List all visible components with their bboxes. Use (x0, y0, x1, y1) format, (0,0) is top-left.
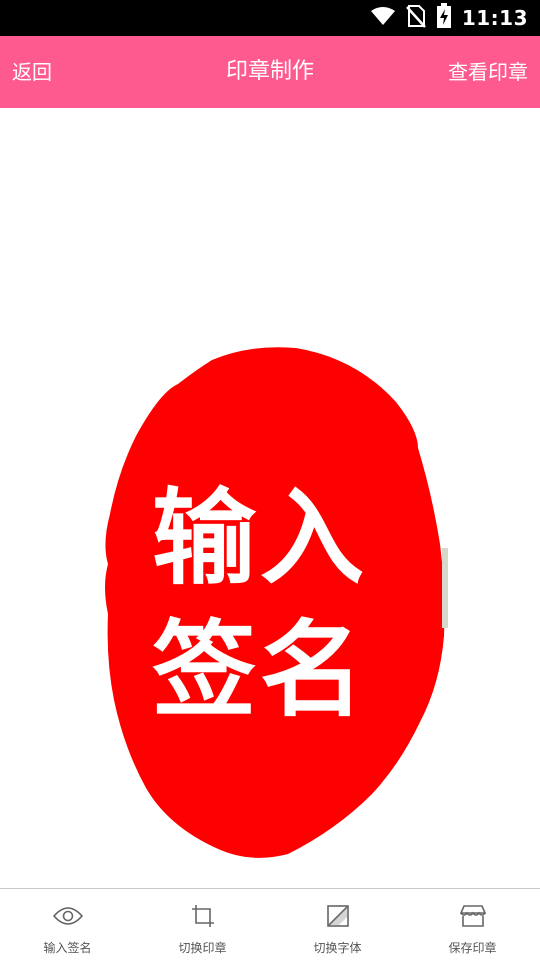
tab-label: 保存印章 (448, 941, 497, 955)
app-bar: 返回 印章制作 查看印章 (0, 36, 540, 108)
eye-icon (52, 903, 83, 929)
status-bar: 11:13 (0, 0, 540, 36)
stamp-canvas: 输入 签名 (0, 108, 540, 888)
tab-label: 切换字体 (313, 941, 362, 955)
status-time: 11:13 (461, 6, 528, 30)
battery-charging-icon (436, 3, 452, 33)
tab-label: 切换印章 (178, 941, 227, 955)
back-button[interactable]: 返回 (12, 36, 52, 108)
tab-input-signature[interactable]: 输入签名 (0, 889, 135, 960)
tab-save-stamp[interactable]: 保存印章 (405, 889, 540, 960)
no-sim-icon (405, 4, 426, 32)
tab-label: 输入签名 (43, 941, 92, 955)
wifi-icon (370, 6, 396, 30)
stamp-line-1: 输入 (152, 477, 369, 599)
status-icons: 11:13 (370, 0, 528, 36)
crop-icon (188, 903, 218, 929)
stamp-preview[interactable]: 输入 签名 (100, 344, 448, 864)
tab-switch-font[interactable]: 切换字体 (270, 889, 405, 960)
stamp-line-2: 签名 (152, 609, 369, 731)
bottom-nav: 输入签名 切换印章 切换字体 保存印章 (0, 888, 540, 960)
font-switch-icon (323, 903, 353, 929)
tab-switch-stamp[interactable]: 切换印章 (135, 889, 270, 960)
stamp-text: 输入 签名 (152, 472, 392, 736)
view-stamp-button[interactable]: 查看印章 (448, 36, 528, 108)
store-icon (458, 903, 488, 929)
